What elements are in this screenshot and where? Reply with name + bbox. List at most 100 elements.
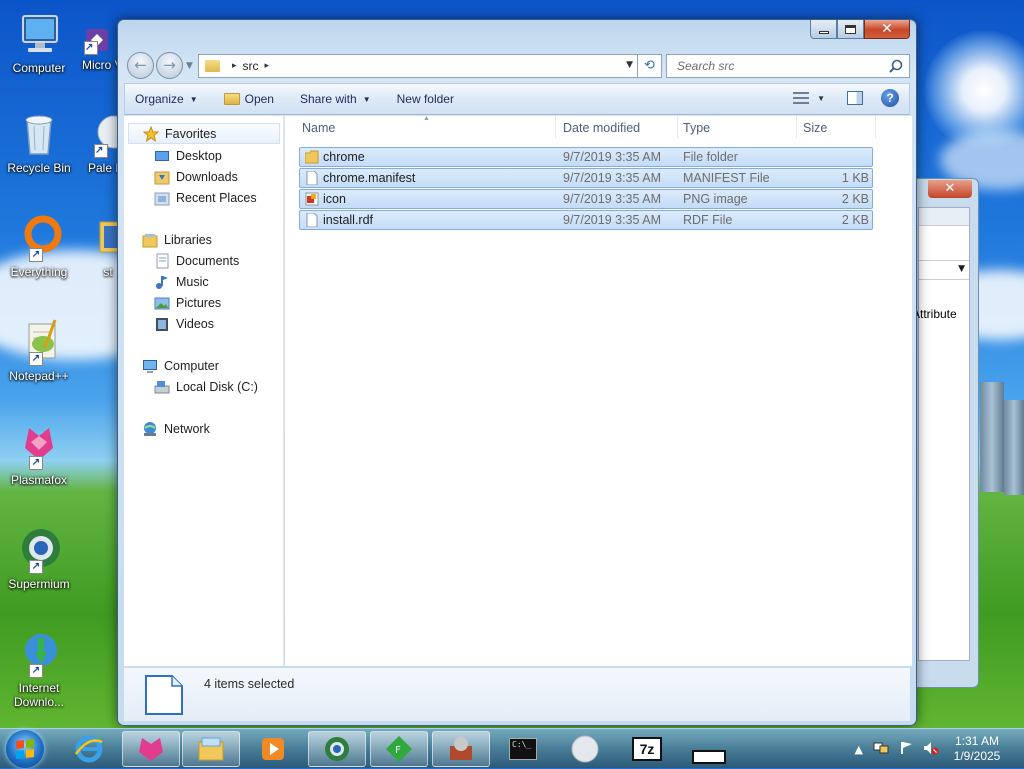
nav-favorites[interactable]: Favorites bbox=[128, 123, 280, 144]
breadcrumb-separator[interactable]: ▸ bbox=[232, 61, 237, 71]
nav-label: Favorites bbox=[165, 126, 217, 141]
shortcut-arrow-icon: ↗ bbox=[94, 144, 108, 158]
shortcut-arrow-icon: ↗ bbox=[29, 248, 43, 262]
forward-button[interactable]: → bbox=[156, 52, 183, 79]
column-headers: ▲ Name Date modified Type Size bbox=[285, 115, 912, 140]
maximize-button[interactable] bbox=[837, 20, 864, 39]
organize-button[interactable]: Organize ▼ bbox=[135, 92, 198, 106]
desktop-icon-label: Recycle Bin bbox=[7, 161, 71, 175]
taskbar-tool-app[interactable] bbox=[680, 731, 738, 767]
column-divider[interactable] bbox=[555, 116, 556, 138]
nav-label: Libraries bbox=[164, 233, 212, 247]
clock[interactable]: 1:31 AM 1/9/2025 bbox=[944, 734, 1010, 764]
taskbar-command-prompt[interactable]: C:\_ bbox=[494, 731, 552, 767]
desktop-icon-pale-moon[interactable]: ↗ Pale M bbox=[76, 110, 118, 175]
nav-recent-places[interactable]: Recent Places bbox=[154, 190, 257, 206]
internet-explorer-icon bbox=[74, 735, 103, 763]
svg-text:F: F bbox=[395, 745, 401, 756]
taskbar-orb-app[interactable] bbox=[556, 731, 614, 767]
taskbar-media-player[interactable] bbox=[244, 731, 302, 767]
plasmafox-icon bbox=[139, 738, 163, 761]
start-button[interactable] bbox=[6, 730, 44, 768]
network-tray-icon[interactable] bbox=[873, 741, 889, 758]
bg-window-dropdown[interactable]: ▼ bbox=[919, 260, 969, 280]
preview-pane-button[interactable] bbox=[847, 91, 863, 105]
back-button[interactable]: ← bbox=[127, 52, 154, 79]
close-button[interactable]: ✕ bbox=[864, 20, 910, 39]
address-history-dropdown[interactable]: ▼ bbox=[626, 60, 633, 70]
file-row-chrome[interactable]: chrome 9/7/2019 3:35 AM File folder bbox=[299, 147, 873, 167]
shortcut-arrow-icon: ↗ bbox=[84, 41, 98, 55]
desktop-icon-st[interactable]: st bbox=[80, 214, 118, 279]
desktop-icon-visual-studio[interactable]: ↗ Micro Visual bbox=[64, 25, 118, 72]
desktop-icon-supermium[interactable]: ↗ Supermium bbox=[1, 526, 77, 591]
nav-videos[interactable]: Videos bbox=[154, 316, 214, 332]
taskbar-plasmafox[interactable] bbox=[122, 731, 180, 767]
action-center-flag-icon[interactable] bbox=[899, 741, 913, 758]
search-box[interactable] bbox=[666, 54, 910, 78]
nav-local-disk[interactable]: Local Disk (C:) bbox=[154, 379, 258, 395]
desktop-icon-plasmafox[interactable]: ↗ Plasmafox bbox=[1, 422, 77, 487]
file-row-icon[interactable]: icon 9/7/2019 3:35 AM PNG image 2 KB bbox=[299, 189, 873, 209]
nav-libraries[interactable]: Libraries bbox=[142, 232, 212, 248]
breadcrumb-src[interactable]: src bbox=[243, 59, 259, 73]
bg-window-close-button[interactable]: ✕ bbox=[928, 180, 972, 198]
windows-explorer-icon bbox=[198, 737, 224, 761]
nav-label: Computer bbox=[164, 359, 219, 373]
refresh-button[interactable]: ⟲ bbox=[638, 54, 662, 78]
desktop-icon-everything[interactable]: ↗ Everything bbox=[1, 214, 77, 279]
search-icon[interactable] bbox=[889, 59, 903, 76]
file-date: 9/7/2019 3:35 AM bbox=[563, 150, 661, 164]
taskbar-green-app[interactable]: F bbox=[370, 731, 428, 767]
taskbar-internet-explorer[interactable] bbox=[60, 731, 118, 767]
explorer-window[interactable]: ✕ ← → ▼ ▸ src ▸ ▼ ⟲ Organize ▼ Open Share… bbox=[117, 19, 917, 726]
show-hidden-icons-button[interactable]: ▲ bbox=[855, 743, 863, 756]
file-list[interactable]: ▲ Name Date modified Type Size chrome 9/… bbox=[285, 115, 912, 666]
nav-downloads[interactable]: Downloads bbox=[154, 169, 238, 185]
package-icon bbox=[450, 737, 472, 760]
change-view-button[interactable] bbox=[793, 92, 810, 104]
minimize-button[interactable] bbox=[810, 20, 837, 39]
new-folder-button[interactable]: New folder bbox=[397, 92, 454, 106]
tool-app-icon bbox=[692, 750, 726, 764]
column-header-date-modified[interactable]: Date modified bbox=[563, 121, 640, 135]
recent-locations-dropdown[interactable]: ▼ bbox=[186, 61, 193, 71]
nav-documents[interactable]: Documents bbox=[154, 253, 239, 269]
search-input[interactable] bbox=[675, 58, 875, 74]
desktop-icon-notepad-plus-plus[interactable]: ↗ Notepad++ bbox=[1, 318, 77, 383]
column-header-size[interactable]: Size bbox=[803, 121, 827, 135]
column-divider[interactable] bbox=[677, 116, 678, 138]
file-row-chrome-manifest[interactable]: chrome.manifest 9/7/2019 3:35 AM MANIFES… bbox=[299, 168, 873, 188]
view-options-dropdown[interactable]: ▼ bbox=[817, 94, 825, 103]
file-size: 2 KB bbox=[841, 192, 869, 206]
taskbar-windows-explorer[interactable] bbox=[182, 731, 240, 767]
taskbar-supermium[interactable] bbox=[308, 731, 366, 767]
sort-ascending-icon: ▲ bbox=[423, 115, 430, 122]
column-divider[interactable] bbox=[875, 116, 876, 138]
breadcrumb-separator[interactable]: ▸ bbox=[265, 61, 270, 71]
file-name: icon bbox=[323, 192, 346, 206]
nav-label: Desktop bbox=[176, 149, 222, 163]
desktop-icon-internet-download-manager[interactable]: ↗ Internet Downlo... bbox=[1, 630, 77, 709]
help-button[interactable]: ? bbox=[881, 89, 899, 107]
file-row-install-rdf[interactable]: install.rdf 9/7/2019 3:35 AM RDF File 2 … bbox=[299, 210, 873, 230]
taskbar-7zip[interactable]: 7z bbox=[618, 731, 676, 767]
column-divider[interactable] bbox=[796, 116, 797, 138]
address-bar[interactable]: ▸ src ▸ ▼ bbox=[198, 54, 638, 78]
column-header-type[interactable]: Type bbox=[683, 121, 710, 135]
share-with-button[interactable]: Share with ▼ bbox=[300, 92, 371, 106]
column-header-name[interactable]: Name bbox=[302, 121, 335, 135]
nav-music[interactable]: Music bbox=[154, 274, 209, 290]
desktop-icon-recycle-bin[interactable]: Recycle Bin bbox=[1, 110, 77, 175]
nav-computer[interactable]: Computer bbox=[142, 358, 219, 374]
desktop-icon-label: Notepad++ bbox=[9, 369, 69, 383]
nav-desktop[interactable]: Desktop bbox=[154, 148, 222, 164]
nav-network[interactable]: Network bbox=[142, 421, 210, 437]
nav-label: Music bbox=[176, 275, 209, 289]
multiple-files-icon bbox=[144, 674, 184, 716]
volume-muted-icon[interactable] bbox=[923, 741, 939, 758]
open-button[interactable]: Open bbox=[223, 92, 274, 106]
file-type: RDF File bbox=[683, 213, 733, 227]
nav-pictures[interactable]: Pictures bbox=[154, 295, 221, 311]
taskbar-package-app[interactable] bbox=[432, 731, 490, 767]
